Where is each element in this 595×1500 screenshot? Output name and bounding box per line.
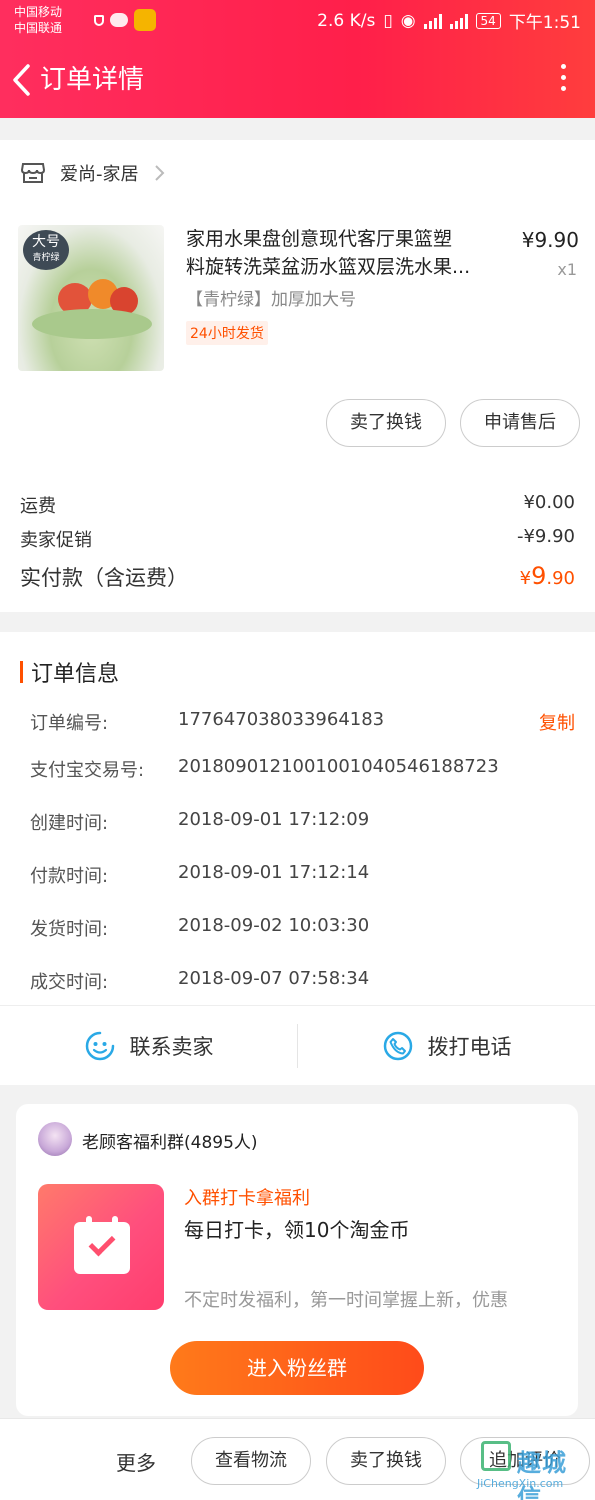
- order-info-row: 创建时间: 2018-09-01 17:12:09: [30, 809, 575, 835]
- bottom-sell-button[interactable]: 卖了换钱: [326, 1437, 446, 1485]
- paid-row: 实付款（含运费） ¥9.90: [20, 562, 575, 592]
- checkin-promo-image: [38, 1184, 164, 1310]
- battery-icon: 54: [475, 12, 501, 29]
- order-info-value: 2018-09-07 07:58:34: [178, 968, 370, 989]
- goods-image-tag: 大号 青柠绿: [23, 230, 69, 270]
- watermark-url: JiChengXin.com: [477, 1477, 564, 1490]
- order-info-title: 订单信息: [31, 662, 120, 687]
- promo-title: 入群打卡拿福利: [184, 1188, 310, 1209]
- order-info-value: 177647038033964183: [178, 709, 385, 730]
- call-phone-button[interactable]: 拨打电话: [298, 1006, 595, 1086]
- paid-label: 实付款（含运费）: [20, 566, 188, 590]
- sell-button[interactable]: 卖了换钱: [326, 399, 446, 447]
- store-icon: [20, 163, 46, 183]
- order-info-row: 成交时间: 2018-09-07 07:58:34: [30, 968, 575, 994]
- order-info-card: 订单信息 复制 订单编号: 177647038033964183 支付宝交易号:…: [0, 632, 595, 1005]
- promo-label: 卖家促销: [20, 530, 92, 551]
- system-status: 2.6 K/s ▯ ◉ 54 下午1:51: [317, 8, 581, 34]
- order-info-value: 2018-09-02 10:03:30: [178, 915, 370, 936]
- calendar-check-icon: [74, 1216, 130, 1274]
- shop-header[interactable]: 爱尚-家居: [20, 160, 165, 186]
- paid-amount: ¥9.90: [520, 562, 575, 592]
- app-header: 中国移动 中国联通 2.6 K/s ▯ ◉ 54 下午1:51 订单详情: [0, 0, 595, 118]
- order-info-row: 支付宝交易号: 2018090121001001040546188723: [30, 756, 575, 782]
- fans-group-card: 老顾客福利群(4895人) 入群打卡拿福利 每日打卡，领10个淘金币 不定时发福…: [16, 1104, 578, 1416]
- shield-icon: [94, 14, 104, 26]
- goods-sku: 【青柠绿】加厚加大号: [186, 290, 356, 310]
- paid-int: 9: [531, 562, 547, 590]
- paid-dec: .90: [546, 568, 575, 589]
- site-watermark: 趣城信 JiChengXin.com: [471, 1437, 591, 1500]
- order-info-label: 支付宝交易号:: [30, 760, 145, 781]
- carrier-1: 中国移动: [14, 5, 63, 19]
- join-fans-group-button[interactable]: 进入粉丝群: [170, 1341, 424, 1395]
- shipping-badge: 24小时发货: [186, 321, 268, 345]
- contact-bar: 联系卖家 拨打电话: [0, 1005, 595, 1085]
- chat-face-icon: [85, 1031, 114, 1061]
- goods-tag-main: 大号: [32, 234, 60, 250]
- shipping-fee-label: 运费: [20, 496, 56, 517]
- status-bar: 中国移动 中国联通 2.6 K/s ▯ ◉ 54 下午1:51: [0, 0, 595, 40]
- contact-seller-button[interactable]: 联系卖家: [0, 1006, 297, 1086]
- promo-value: -¥9.90: [516, 526, 575, 547]
- order-info-label: 订单编号:: [30, 713, 109, 734]
- page-title: 订单详情: [40, 65, 145, 95]
- heading-accent-bar: [20, 661, 23, 683]
- promo-description: 不定时发福利，第一时间掌握上新，优惠: [184, 1290, 508, 1311]
- shipping-fee-value: ¥0.00: [523, 492, 575, 513]
- phone-icon: [383, 1031, 412, 1061]
- goods-image[interactable]: 大号 青柠绿: [18, 225, 164, 371]
- eye-icon: ◉: [400, 10, 416, 31]
- goods-quantity: x1: [557, 260, 577, 279]
- goods-title-line2: 料旋转洗菜盆沥水篮双层洗水果...: [186, 256, 471, 278]
- order-info-label: 创建时间:: [30, 813, 109, 834]
- chevron-right-icon: [154, 165, 164, 181]
- view-logistics-button[interactable]: 查看物流: [191, 1437, 311, 1485]
- net-speed: 2.6 K/s: [317, 10, 376, 31]
- status-time: 下午1:51: [508, 13, 581, 33]
- contact-seller-label: 联系卖家: [129, 1035, 214, 1059]
- order-info-value: 2018090121001001040546188723: [178, 756, 499, 777]
- order-info-value: 2018-09-01 17:12:09: [178, 809, 370, 830]
- goods-tag-sub: 青柠绿: [32, 253, 60, 263]
- aftersale-button[interactable]: 申请售后: [460, 399, 580, 447]
- nav-bar: 订单详情: [0, 52, 595, 108]
- more-actions-link[interactable]: 更多: [116, 1447, 156, 1476]
- order-info-row: 订单编号: 177647038033964183: [30, 709, 575, 735]
- carrier-2: 中国联通: [14, 21, 63, 35]
- order-info-row: 付款时间: 2018-09-01 17:12:14: [30, 862, 575, 888]
- goods-title[interactable]: 家用水果盘创意现代客厅果篮塑 料旋转洗菜盆沥水篮双层洗水果...: [186, 225, 504, 281]
- carrier-info: 中国移动 中国联通: [14, 4, 62, 36]
- vibrate-icon: ▯: [383, 10, 393, 31]
- goods-title-line1: 家用水果盘创意现代客厅果篮塑: [186, 228, 453, 250]
- order-info-label: 付款时间:: [30, 866, 109, 887]
- call-phone-label: 拨打电话: [427, 1035, 512, 1059]
- shop-name[interactable]: 爱尚-家居: [60, 160, 139, 186]
- back-arrow-icon[interactable]: [10, 62, 34, 98]
- message-icon: [110, 13, 128, 27]
- signal-icon-2: [449, 13, 468, 29]
- order-info-label: 成交时间:: [30, 972, 109, 993]
- group-avatar: [38, 1122, 72, 1156]
- order-info-row: 发货时间: 2018-09-02 10:03:30: [30, 915, 575, 941]
- app-notification-icon: [134, 9, 156, 31]
- more-menu-icon[interactable]: [559, 64, 567, 96]
- basket-rim: [32, 309, 152, 339]
- signal-icon: [423, 13, 442, 29]
- goods-price: ¥9.90: [521, 228, 579, 252]
- order-info-label: 发货时间:: [30, 919, 109, 940]
- group-name: 老顾客福利群(4895人): [82, 1133, 258, 1153]
- watermark-text: 趣城信: [517, 1449, 567, 1500]
- paid-currency: ¥: [519, 568, 532, 589]
- shipping-fee-row: 运费 ¥0.00: [20, 492, 575, 518]
- order-item-card: 爱尚-家居 大号 青柠绿 家用水果盘创意现代客厅果篮塑 料旋转洗菜盆沥水篮双层洗…: [0, 140, 595, 612]
- watermark-logo-icon: [481, 1441, 511, 1471]
- notification-icons: [94, 9, 156, 31]
- order-info-heading: 订单信息: [20, 656, 119, 688]
- bottom-action-bar: 更多 查看物流 卖了换钱 追加评价 趣城信 JiChengXin.com: [0, 1418, 595, 1500]
- promo-row: 卖家促销 -¥9.90: [20, 526, 575, 552]
- order-info-value: 2018-09-01 17:12:14: [178, 862, 370, 883]
- promo-subtitle: 每日打卡，领10个淘金币: [184, 1218, 410, 1242]
